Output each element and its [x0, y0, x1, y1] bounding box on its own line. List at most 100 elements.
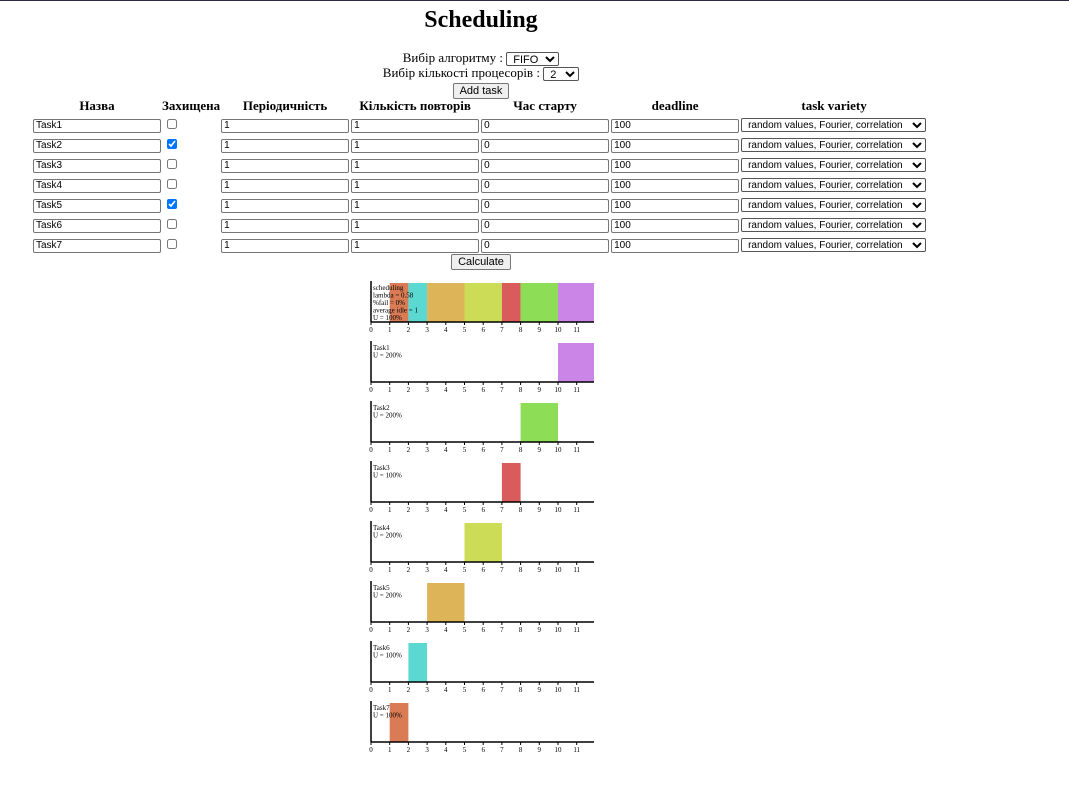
- period-input[interactable]: [221, 198, 350, 213]
- task-variety-select[interactable]: random values, Fourier, correlation: [741, 138, 927, 152]
- protected-cell: [162, 154, 220, 174]
- deadline-input[interactable]: [611, 198, 740, 213]
- start-time-input[interactable]: [481, 158, 610, 173]
- task-variety-select[interactable]: random values, Fourier, correlation: [741, 218, 927, 232]
- chart-tick-label: 9: [538, 566, 542, 574]
- protected-checkbox[interactable]: [167, 219, 177, 230]
- chart-bar: [558, 283, 594, 322]
- chart-bar: [408, 283, 428, 322]
- protected-checkbox[interactable]: [167, 159, 177, 170]
- chart-annotation: U = 100%: [373, 314, 402, 322]
- task-variety-select[interactable]: random values, Fourier, correlation: [741, 118, 927, 132]
- chart-task2: 0 1 2 3 4 5 6 7 8 9 10 11Task2U = 200%: [369, 401, 594, 454]
- deadline-input[interactable]: [611, 178, 740, 193]
- deadline-input[interactable]: [611, 238, 740, 253]
- period-cell: [220, 154, 350, 174]
- period-input[interactable]: [221, 138, 350, 153]
- period-input[interactable]: [221, 218, 350, 233]
- chart-tick-label: 8: [519, 506, 523, 514]
- period-input[interactable]: [221, 158, 350, 173]
- chart-tick-label: 2: [407, 326, 411, 334]
- algorithm-select[interactable]: FIFO: [506, 52, 560, 67]
- repeats-input[interactable]: [351, 218, 480, 233]
- period-input[interactable]: [221, 118, 350, 133]
- deadline-input[interactable]: [611, 158, 740, 173]
- repeats-cell: [350, 214, 480, 234]
- period-cell: [220, 174, 350, 194]
- protected-checkbox[interactable]: [167, 119, 177, 130]
- repeats-cell: [350, 114, 480, 134]
- chart-tick-label: 1: [388, 626, 392, 634]
- chart-tick-label: 8: [519, 626, 523, 634]
- chart-tick-label: 6: [481, 566, 485, 574]
- chart-tick-label: 8: [519, 326, 523, 334]
- chart-tick-label: 9: [538, 626, 542, 634]
- chart-tick-label: 6: [481, 326, 485, 334]
- start-time-input[interactable]: [481, 178, 610, 193]
- chart-tick-label: 3: [425, 326, 429, 334]
- chart-tick-label: 5: [463, 686, 467, 694]
- chart-tick-label: 6: [481, 386, 485, 394]
- period-input[interactable]: [221, 178, 350, 193]
- calculate-button[interactable]: Calculate: [451, 254, 511, 270]
- repeats-cell: [350, 174, 480, 194]
- header-deadline: deadline: [651, 97, 699, 113]
- header-start: Час старту: [513, 97, 577, 113]
- chart-tick-label: 2: [407, 506, 411, 514]
- task-variety-select[interactable]: random values, Fourier, correlation: [741, 178, 927, 192]
- chart-tick-label: 11: [573, 566, 580, 574]
- start-time-input[interactable]: [481, 218, 610, 233]
- period-cell: [220, 234, 350, 254]
- chart-tick-label: 6: [481, 746, 485, 754]
- period-input[interactable]: [221, 238, 350, 253]
- chart-tick-label: 3: [425, 626, 429, 634]
- deadline-cell: [610, 114, 740, 134]
- processors-select[interactable]: 2: [543, 67, 580, 82]
- deadline-input[interactable]: [611, 118, 740, 133]
- task-name-input[interactable]: [33, 118, 161, 133]
- task-name-input[interactable]: [33, 158, 161, 173]
- task-name-input[interactable]: [33, 178, 161, 193]
- deadline-input[interactable]: [611, 218, 740, 233]
- chart-bar: [501, 463, 521, 502]
- task-variety-select[interactable]: random values, Fourier, correlation: [741, 158, 927, 172]
- repeats-input[interactable]: [351, 118, 480, 133]
- chart-tick-label: 0: [369, 326, 373, 334]
- start-time-cell: [480, 214, 610, 234]
- chart-annotation: U = 200%: [373, 352, 402, 360]
- repeats-input[interactable]: [351, 158, 480, 173]
- repeats-input[interactable]: [351, 238, 480, 253]
- chart-bar: [389, 703, 409, 742]
- table-row: random values, Fourier, correlation: [32, 154, 928, 174]
- task-name-input[interactable]: [33, 138, 161, 153]
- task-name-input[interactable]: [33, 218, 161, 233]
- repeats-input[interactable]: [351, 138, 480, 153]
- protected-checkbox[interactable]: [167, 199, 177, 210]
- repeats-input[interactable]: [351, 198, 480, 213]
- charts-area: 0 1 2 3 4 5 6 7 8 9 10 11 scheduling lambda = 0.58 %fa…: [368, 281, 594, 761]
- deadline-input[interactable]: [611, 138, 740, 153]
- chart-tick-label: 2: [407, 386, 411, 394]
- chart-tick-label: 4: [444, 326, 448, 334]
- chart-task7: 0 1 2 3 4 5 6 7 8 9 10 11Task7U = 100%: [369, 701, 594, 754]
- task-variety-select[interactable]: random values, Fourier, correlation: [741, 238, 927, 252]
- chart-tick-label: 4: [444, 686, 448, 694]
- task-name-input[interactable]: [33, 198, 161, 213]
- protected-checkbox[interactable]: [167, 239, 177, 250]
- start-time-input[interactable]: [481, 118, 610, 133]
- table-row: random values, Fourier, correlation: [32, 214, 928, 234]
- task-name-input[interactable]: [33, 238, 161, 253]
- protected-checkbox[interactable]: [167, 139, 177, 150]
- chart-tick-label: 4: [444, 506, 448, 514]
- start-time-cell: [480, 154, 610, 174]
- start-time-input[interactable]: [481, 198, 610, 213]
- deadline-cell: [610, 234, 740, 254]
- start-time-input[interactable]: [481, 238, 610, 253]
- task-variety-select[interactable]: random values, Fourier, correlation: [741, 198, 927, 212]
- protected-checkbox[interactable]: [167, 179, 177, 190]
- repeats-input[interactable]: [351, 178, 480, 193]
- chart-tick-label: 9: [538, 746, 542, 754]
- start-time-input[interactable]: [481, 138, 610, 153]
- chart-tick-label: 10: [555, 506, 563, 514]
- task-name-cell: [32, 214, 162, 234]
